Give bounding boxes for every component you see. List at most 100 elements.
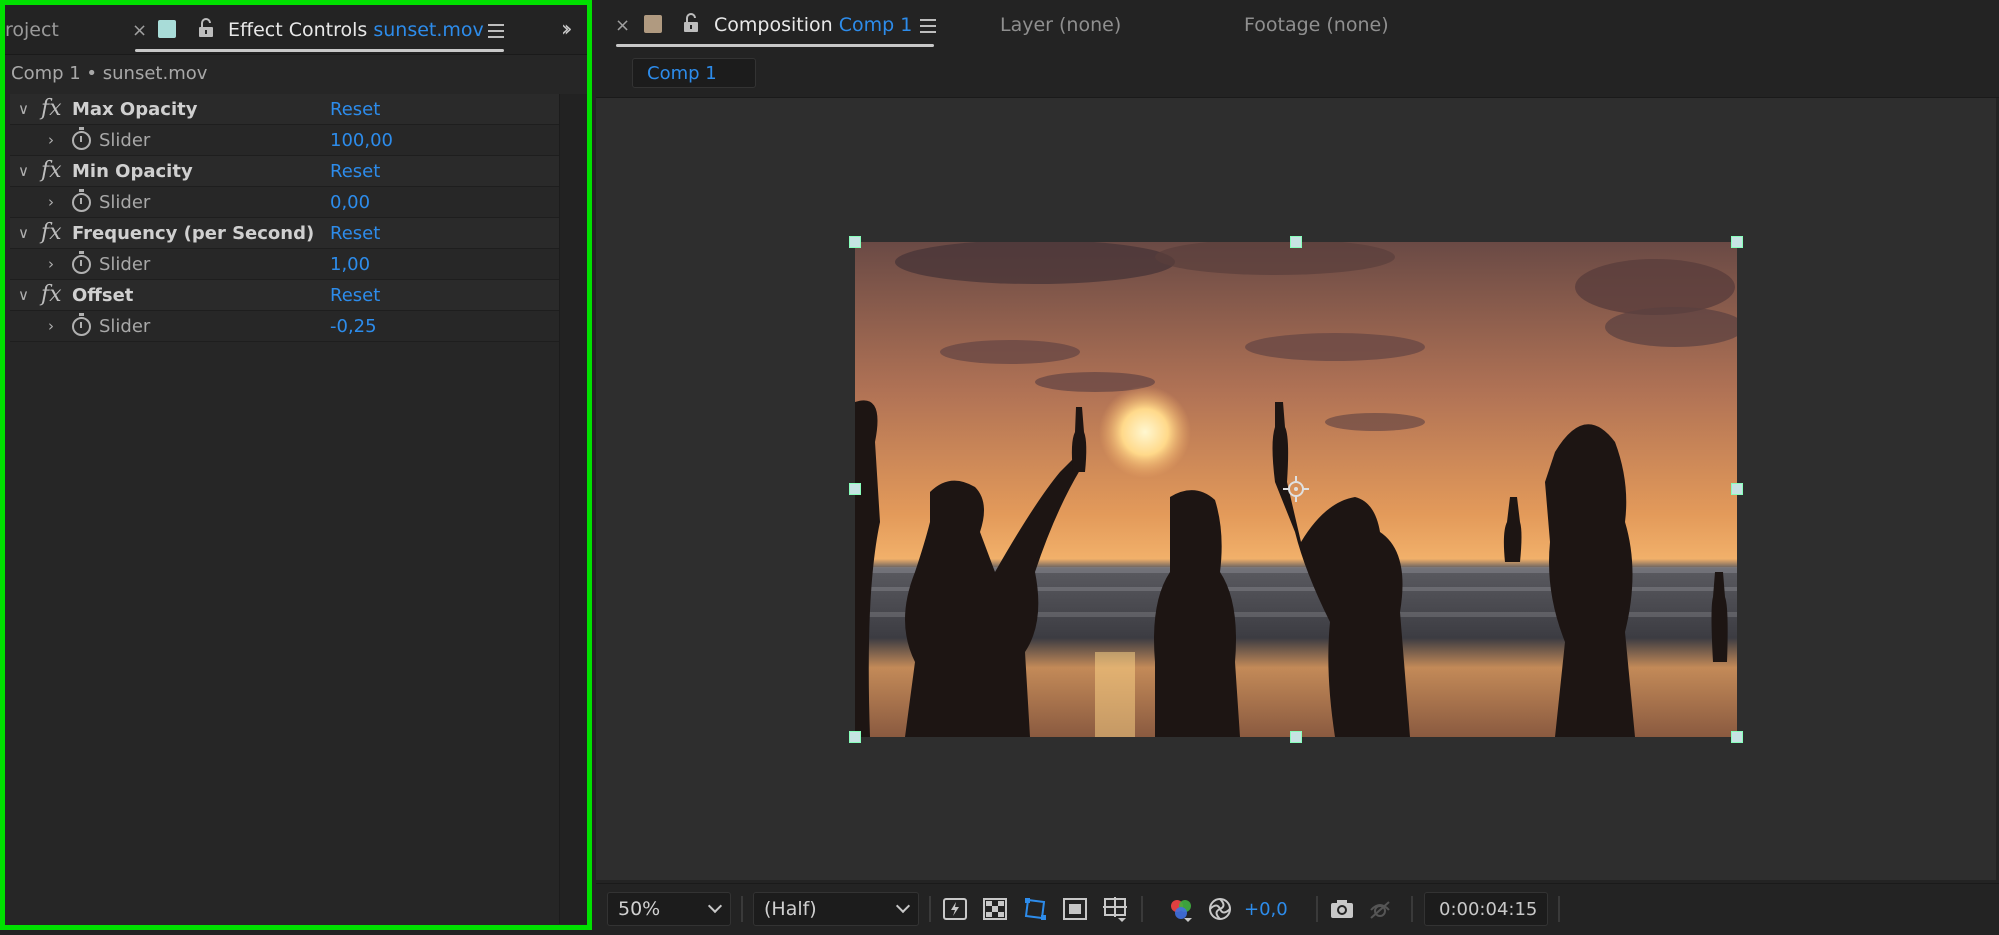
param-value[interactable]: 100,00: [330, 130, 393, 151]
left-tab-bar: roject × Effect Controls sunset.mov ››: [5, 5, 587, 55]
resolution-dropdown[interactable]: (Half): [753, 892, 919, 926]
transform-handle[interactable]: [849, 483, 861, 495]
param-row[interactable]: › Slider 1,00: [10, 249, 560, 280]
panel-menu-icon[interactable]: [920, 19, 936, 33]
transform-handle[interactable]: [1731, 483, 1743, 495]
effect-name: Frequency (per Second): [72, 223, 315, 244]
chevron-down-icon: [895, 898, 911, 914]
param-name: Slider: [99, 316, 151, 337]
comp-breadcrumb[interactable]: Comp 1: [632, 58, 756, 88]
transform-handle[interactable]: [849, 236, 861, 248]
effects-list: ∨ fx Max Opacity Reset › Slider 100,00 ∨…: [10, 94, 560, 342]
double-chevron-right-icon[interactable]: ››: [561, 17, 572, 42]
param-name: Slider: [99, 192, 151, 213]
transparency-grid-icon[interactable]: [982, 896, 1008, 922]
viewer-toolbar: 50% (Half) +0,0 0:00:04:15: [596, 883, 1999, 935]
stopwatch-icon[interactable]: [72, 189, 91, 212]
tab-layer[interactable]: Layer (none): [1000, 14, 1121, 36]
transform-handle[interactable]: [849, 731, 861, 743]
effect-name: Offset: [72, 285, 134, 306]
camera-icon[interactable]: [1329, 896, 1355, 922]
stopwatch-icon[interactable]: [72, 313, 91, 336]
param-value[interactable]: 1,00: [330, 254, 370, 275]
divider: [1316, 896, 1318, 922]
composition-panel: × Composition Comp 1 Layer (none) Footag…: [596, 0, 1999, 935]
param-name: Slider: [99, 130, 151, 151]
chevron-right-icon[interactable]: ›: [48, 131, 54, 149]
fx-icon[interactable]: fx: [41, 158, 62, 183]
param-name: Slider: [99, 254, 151, 275]
tab-project[interactable]: roject: [5, 19, 59, 41]
exposure-value[interactable]: +0,0: [1244, 899, 1288, 920]
chevron-down-icon[interactable]: ∨: [18, 224, 29, 242]
label-color-swatch[interactable]: [644, 15, 662, 33]
fast-previews-icon[interactable]: [942, 896, 968, 922]
divider: [1558, 896, 1560, 922]
transform-handle[interactable]: [1290, 236, 1302, 248]
show-snapshot-icon[interactable]: [1367, 896, 1393, 922]
fx-icon[interactable]: fx: [41, 220, 62, 245]
effect-row[interactable]: ∨ fx Min Opacity Reset: [10, 156, 560, 187]
chevron-down-icon[interactable]: ∨: [18, 100, 29, 118]
unlock-icon[interactable]: [682, 13, 700, 33]
stopwatch-icon[interactable]: [72, 127, 91, 150]
anchor-point-icon[interactable]: [1283, 476, 1309, 502]
divider: [1411, 896, 1413, 922]
tab-composition-name: Comp 1: [838, 14, 913, 36]
scrollbar[interactable]: [559, 94, 587, 924]
tab-composition-label: Composition: [714, 14, 833, 36]
resolution-value: (Half): [764, 898, 817, 920]
label-color-swatch[interactable]: [158, 20, 176, 38]
stopwatch-icon[interactable]: [72, 251, 91, 274]
transform-handle[interactable]: [1731, 731, 1743, 743]
transform-handle[interactable]: [1290, 731, 1302, 743]
current-time-display[interactable]: 0:00:04:15: [1424, 892, 1548, 926]
chevron-down-icon[interactable]: ∨: [18, 286, 29, 304]
composition-viewer[interactable]: [596, 98, 1996, 880]
param-row[interactable]: › Slider 0,00: [10, 187, 560, 218]
reset-link[interactable]: Reset: [330, 285, 380, 306]
param-value[interactable]: 0,00: [330, 192, 370, 213]
reset-link[interactable]: Reset: [330, 223, 380, 244]
divider: [1141, 896, 1143, 922]
close-icon[interactable]: ×: [132, 20, 147, 41]
tab-effect-controls[interactable]: Effect Controls sunset.mov: [228, 19, 484, 41]
panel-menu-icon[interactable]: [488, 24, 504, 38]
effect-row[interactable]: ∨ fx Offset Reset: [10, 280, 560, 311]
param-row[interactable]: › Slider -0,25: [10, 311, 560, 342]
show-channel-icon[interactable]: [1168, 896, 1194, 922]
active-tab-underline: [616, 44, 934, 47]
effect-controls-panel: roject × Effect Controls sunset.mov ›› C…: [0, 0, 592, 930]
magnification-dropdown[interactable]: 50%: [607, 892, 731, 926]
magnification-value: 50%: [618, 898, 661, 920]
active-tab-underline: [135, 49, 504, 52]
mask-visibility-icon[interactable]: [1022, 896, 1048, 922]
chevron-right-icon[interactable]: ›: [48, 193, 54, 211]
chevron-right-icon[interactable]: ›: [48, 317, 54, 335]
chevron-down-icon: [707, 898, 723, 914]
param-value[interactable]: -0,25: [330, 316, 377, 337]
fx-icon[interactable]: fx: [41, 282, 62, 307]
transform-handle[interactable]: [1731, 236, 1743, 248]
composition-navigator-bar: Comp 1: [596, 52, 1999, 98]
region-of-interest-icon[interactable]: [1062, 896, 1088, 922]
reset-link[interactable]: Reset: [330, 99, 380, 120]
divider: [741, 896, 743, 922]
effect-row[interactable]: ∨ fx Max Opacity Reset: [10, 94, 560, 125]
tab-effect-controls-label: Effect Controls: [228, 19, 368, 41]
tab-footage[interactable]: Footage (none): [1244, 14, 1389, 36]
chevron-down-icon[interactable]: ∨: [18, 162, 29, 180]
composition-tab-bar: × Composition Comp 1 Layer (none) Footag…: [596, 0, 1999, 52]
divider: [929, 896, 931, 922]
effect-row[interactable]: ∨ fx Frequency (per Second) Reset: [10, 218, 560, 249]
reset-exposure-icon[interactable]: [1207, 896, 1233, 922]
reset-link[interactable]: Reset: [330, 161, 380, 182]
fx-icon[interactable]: fx: [41, 96, 62, 121]
close-icon[interactable]: ×: [615, 15, 630, 36]
effect-name: Min Opacity: [72, 161, 193, 182]
param-row[interactable]: › Slider 100,00: [10, 125, 560, 156]
chevron-right-icon[interactable]: ›: [48, 255, 54, 273]
tab-composition[interactable]: Composition Comp 1: [714, 14, 912, 36]
grid-guides-icon[interactable]: [1102, 896, 1128, 922]
unlock-icon[interactable]: [197, 18, 215, 38]
